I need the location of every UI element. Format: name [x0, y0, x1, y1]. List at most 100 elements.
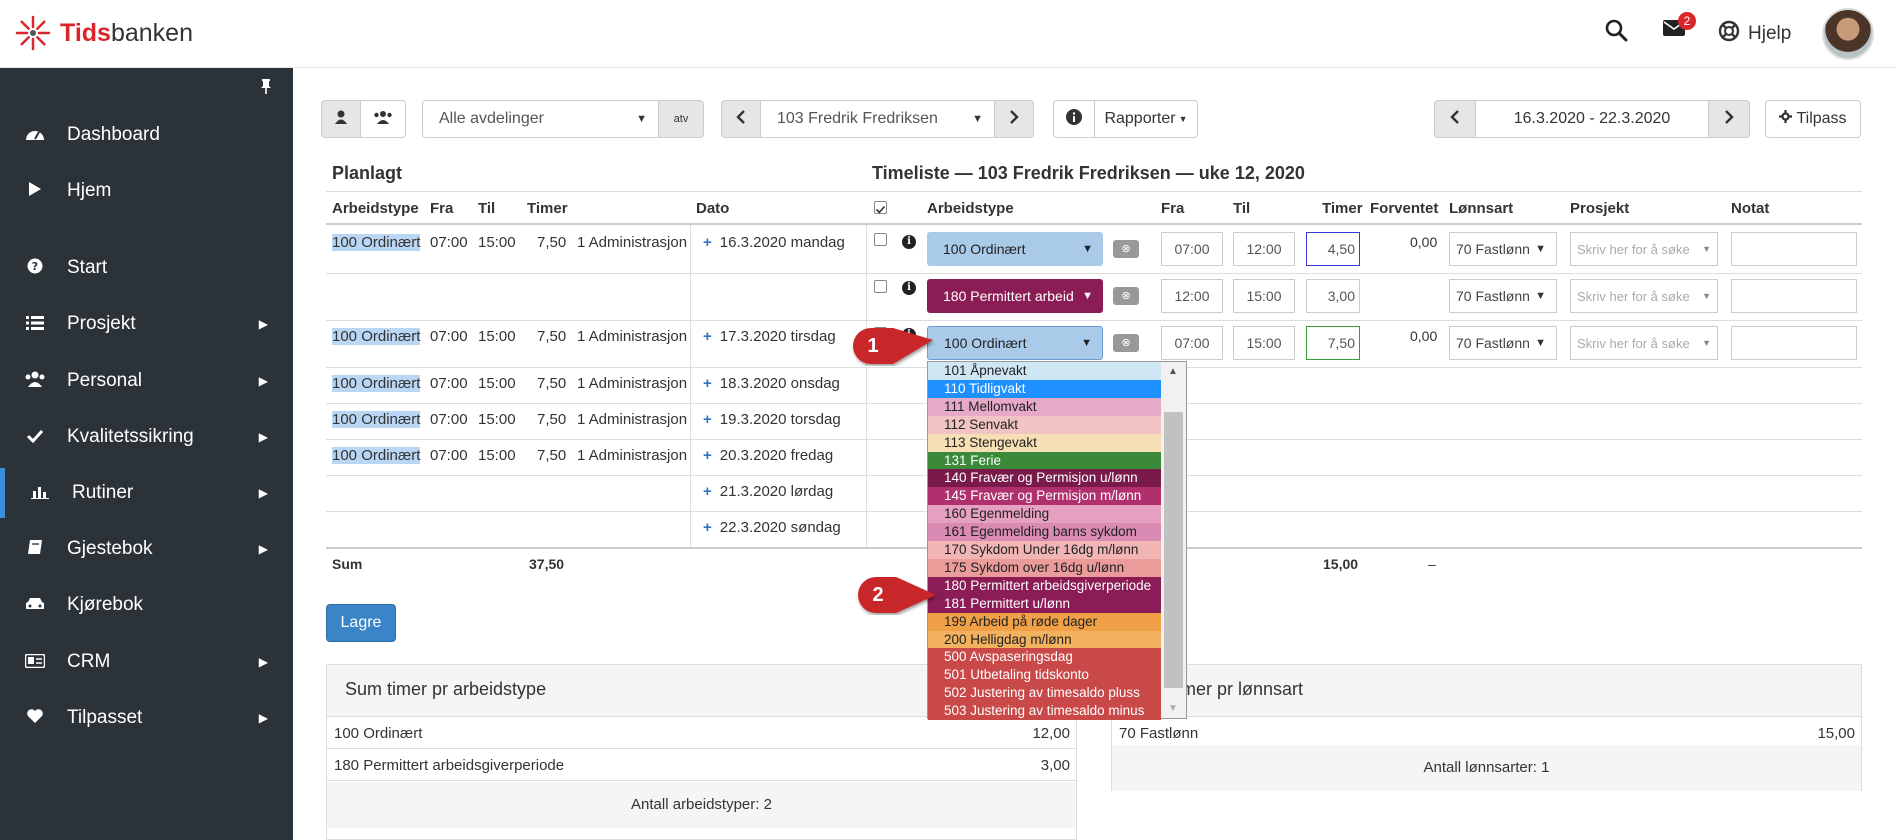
- employee-select[interactable]: 103 Fredrik Fredriksen ▼: [760, 100, 996, 138]
- row-checkbox[interactable]: [874, 233, 887, 246]
- sidebar-item-kvalitetssikring[interactable]: Kvalitetssikring ▶: [0, 412, 293, 462]
- to-time-input[interactable]: 15:00: [1233, 279, 1295, 313]
- mail-icon[interactable]: 2: [1662, 12, 1696, 44]
- sidebar-item-tilpasset[interactable]: Tilpasset ▶: [0, 693, 293, 743]
- plus-icon[interactable]: +: [703, 483, 712, 500]
- single-user-view-button[interactable]: [321, 100, 361, 138]
- select-all-checkbox[interactable]: [874, 201, 887, 214]
- work-type-select[interactable]: 100 Ordinært ▼: [927, 326, 1103, 360]
- next-employee-button[interactable]: [994, 100, 1034, 138]
- planned-date[interactable]: +20.3.2020 fredag: [703, 447, 833, 464]
- plus-icon[interactable]: +: [703, 519, 712, 536]
- sidebar-item-hjem[interactable]: Hjem: [0, 166, 293, 216]
- hours-input[interactable]: 3,00: [1306, 279, 1360, 313]
- work-type-dropdown-list[interactable]: 101 Åpnevakt 110 Tidligvakt 111 Mellomvakt…: [927, 361, 1187, 721]
- dropdown-option[interactable]: 502 Justering av timesaldo pluss: [928, 684, 1161, 703]
- dropdown-option[interactable]: 175 Sykdom over 16dg u/lønn: [928, 558, 1161, 577]
- scroll-up-icon[interactable]: ▲: [1168, 366, 1178, 377]
- pin-icon[interactable]: [259, 78, 273, 99]
- dropdown-option[interactable]: 199 Arbeid på røde dager: [928, 612, 1161, 631]
- save-button[interactable]: Lagre: [326, 604, 396, 642]
- sidebar-item-crm[interactable]: CRM ▶: [0, 637, 293, 687]
- plus-icon[interactable]: +: [703, 234, 712, 251]
- dropdown-option[interactable]: 170 Sykdom Under 16dg m/lønn: [928, 541, 1161, 559]
- sidebar-item-dashboard[interactable]: Dashboard: [0, 110, 293, 160]
- customize-button[interactable]: Tilpass: [1765, 100, 1861, 138]
- planned-date[interactable]: +16.3.2020 mandag: [703, 234, 845, 251]
- wage-type-select[interactable]: 70 Fastlønn ▼: [1449, 279, 1557, 313]
- dropdown-option[interactable]: 140 Fravær og Permisjon u/lønn: [928, 469, 1161, 488]
- dropdown-option[interactable]: 501 Utbetaling tidskonto: [928, 666, 1161, 685]
- to-time-input[interactable]: 15:00: [1233, 326, 1295, 360]
- info-button[interactable]: [1053, 100, 1095, 138]
- dropdown-option[interactable]: 110 Tidligvakt: [928, 379, 1161, 398]
- department-select[interactable]: Alle avdelinger ▼: [422, 100, 660, 138]
- dropdown-scrollbar[interactable]: ▲ ▼: [1161, 362, 1186, 718]
- dropdown-option[interactable]: 113 Stengevakt: [928, 433, 1161, 452]
- planned-date[interactable]: +18.3.2020 onsdag: [703, 375, 840, 392]
- info-icon[interactable]: i: [902, 281, 916, 295]
- planned-date[interactable]: +17.3.2020 tirsdag: [703, 328, 836, 345]
- plus-icon[interactable]: +: [703, 447, 712, 464]
- note-input[interactable]: [1731, 326, 1857, 360]
- project-search-input[interactable]: Skriv her for å søke ▼: [1570, 232, 1718, 266]
- prev-employee-button[interactable]: [721, 100, 761, 138]
- next-week-button[interactable]: [1708, 100, 1750, 138]
- sidebar-item-start[interactable]: ? Start: [0, 243, 293, 293]
- plus-icon[interactable]: +: [703, 375, 712, 392]
- hours-input[interactable]: 7,50: [1306, 326, 1360, 360]
- wage-type-select[interactable]: 70 Fastlønn ▼: [1449, 326, 1557, 360]
- remove-row-icon[interactable]: ⊗: [1113, 334, 1139, 352]
- info-icon[interactable]: i: [902, 235, 916, 249]
- sidebar-item-gjestebok[interactable]: Gjestebok ▶: [0, 524, 293, 574]
- dropdown-option[interactable]: 161 Egenmelding barns sykdom: [928, 523, 1161, 542]
- help-link[interactable]: Hjelp: [1718, 20, 1791, 48]
- group-view-button[interactable]: [360, 100, 406, 138]
- from-time-input[interactable]: 12:00: [1161, 279, 1223, 313]
- work-type-select[interactable]: 180 Permittert arbeidsgiverperiode ▼: [927, 279, 1103, 313]
- plus-icon[interactable]: +: [703, 411, 712, 428]
- dropdown-option[interactable]: 180 Permittert arbeidsgiverperiode: [928, 576, 1161, 595]
- dropdown-option[interactable]: 160 Egenmelding: [928, 505, 1161, 524]
- project-search-input[interactable]: Skriv her for å søke ▼: [1570, 279, 1718, 313]
- work-type-value: 100 Ordinært: [944, 335, 1027, 351]
- planned-date[interactable]: +22.3.2020 søndag: [703, 519, 841, 536]
- dropdown-option[interactable]: 131 Ferie: [928, 451, 1161, 470]
- planned-date[interactable]: +19.3.2020 torsdag: [703, 411, 841, 428]
- sidebar-item-rutiner[interactable]: Rutiner ▶: [0, 468, 293, 518]
- dropdown-option[interactable]: 145 Fravær og Permisjon m/lønn: [928, 487, 1161, 506]
- row-checkbox[interactable]: [874, 280, 887, 293]
- app-logo[interactable]: Tidsbanken: [14, 14, 193, 52]
- note-input[interactable]: [1731, 232, 1857, 266]
- dropdown-option[interactable]: 111 Mellomvakt: [928, 397, 1161, 416]
- planned-date[interactable]: +21.3.2020 lørdag: [703, 483, 833, 500]
- search-icon[interactable]: [1604, 18, 1628, 48]
- dropdown-option[interactable]: 200 Helligdag m/lønn: [928, 630, 1161, 649]
- dropdown-option[interactable]: 181 Permittert u/lønn: [928, 594, 1161, 613]
- atv-button[interactable]: atv: [658, 100, 704, 138]
- dropdown-option[interactable]: 112 Senvakt: [928, 415, 1161, 434]
- project-search-input[interactable]: Skriv her for å søke ▼: [1570, 326, 1718, 360]
- work-type-select[interactable]: 100 Ordinært ▼: [927, 232, 1103, 266]
- dropdown-option[interactable]: 500 Avspaseringsdag: [928, 648, 1161, 667]
- hours-input[interactable]: 4,50: [1306, 232, 1360, 266]
- dropdown-option[interactable]: 101 Åpnevakt: [928, 362, 1161, 380]
- from-time-input[interactable]: 07:00: [1161, 326, 1223, 360]
- date-range-field[interactable]: 16.3.2020 - 22.3.2020: [1475, 100, 1709, 138]
- from-time-input[interactable]: 07:00: [1161, 232, 1223, 266]
- scroll-down-icon[interactable]: ▼: [1168, 703, 1178, 714]
- dropdown-option[interactable]: 503 Justering av timesaldo minus: [928, 702, 1161, 721]
- avatar[interactable]: [1822, 8, 1874, 60]
- reports-dropdown[interactable]: Rapporter ▼: [1094, 100, 1198, 138]
- prev-week-button[interactable]: [1434, 100, 1476, 138]
- to-time-input[interactable]: 12:00: [1233, 232, 1295, 266]
- sidebar-item-kjorebok[interactable]: Kjørebok: [0, 580, 293, 630]
- scrollbar-thumb[interactable]: [1164, 412, 1183, 688]
- sidebar-item-prosjekt[interactable]: Prosjekt ▶: [0, 299, 293, 349]
- remove-row-icon[interactable]: ⊗: [1113, 287, 1139, 305]
- wage-type-select[interactable]: 70 Fastlønn ▼: [1449, 232, 1557, 266]
- note-input[interactable]: [1731, 279, 1857, 313]
- sidebar-item-personal[interactable]: Personal ▶: [0, 356, 293, 406]
- plus-icon[interactable]: +: [703, 328, 712, 345]
- remove-row-icon[interactable]: ⊗: [1113, 240, 1139, 258]
